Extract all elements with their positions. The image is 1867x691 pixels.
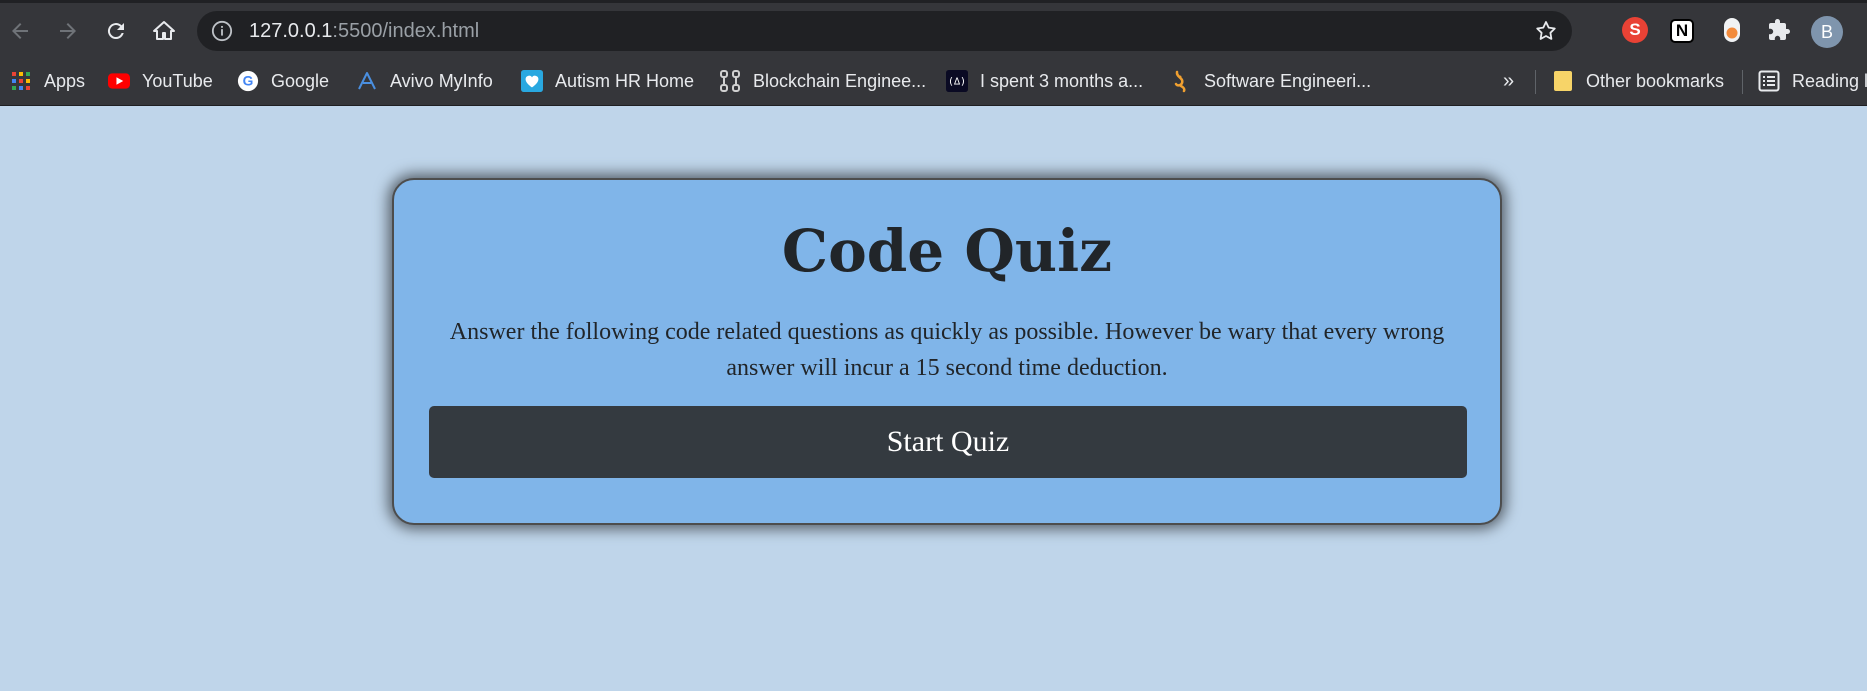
- home-icon: [153, 21, 175, 40]
- reading-list[interactable]: Reading l: [1758, 56, 1867, 106]
- reload-icon: [107, 23, 124, 40]
- url-host: 127.0.0.1: [249, 20, 333, 42]
- back-arrow-icon: [12, 23, 28, 39]
- google-icon: G: [237, 70, 259, 92]
- home-button[interactable]: [148, 15, 180, 47]
- youtube-icon: [108, 70, 130, 92]
- apps-grid-icon: [10, 70, 32, 92]
- forward-button[interactable]: [52, 15, 84, 47]
- heart-icon: [521, 70, 543, 92]
- blockchain-icon: [719, 70, 741, 92]
- bookmark-autism-hr[interactable]: Autism HR Home: [521, 56, 694, 106]
- software-icon: [1170, 70, 1192, 93]
- s-extension-label: S: [1629, 20, 1641, 39]
- profile-initial: B: [1820, 21, 1833, 42]
- bookmarks-divider: [1535, 70, 1536, 94]
- bookmark-software-engineering[interactable]: Software Engineeri...: [1170, 56, 1371, 106]
- bookmark-label: Avivo MyInfo: [390, 70, 493, 91]
- url-text[interactable]: 127.0.0.1:5500/index.html: [249, 20, 479, 42]
- freecodecamp-icon: (∆): [946, 70, 968, 92]
- reading-list-icon: [1758, 70, 1780, 92]
- url-path: :5500/index.html: [332, 20, 480, 42]
- page-title: Code Quiz: [781, 217, 1113, 285]
- svg-text:G: G: [243, 74, 254, 89]
- bookmark-label: Blockchain Enginee...: [753, 70, 927, 91]
- bookmark-label: Software Engineeri...: [1204, 70, 1372, 91]
- toggle-extension-icon[interactable]: [1719, 17, 1745, 43]
- notion-icon[interactable]: N: [1670, 19, 1694, 43]
- bookmarks-divider: [1742, 70, 1743, 94]
- bookmark-label: YouTube: [142, 70, 213, 91]
- bookmark-label: Autism HR Home: [555, 70, 695, 91]
- reading-list-label: Reading l: [1792, 70, 1867, 91]
- bookmark-label: Apps: [44, 70, 86, 91]
- puzzle-icon[interactable]: [1766, 17, 1792, 43]
- other-bookmarks[interactable]: Other bookmarks: [1552, 56, 1724, 106]
- bookmark-apps[interactable]: Apps: [10, 56, 85, 106]
- bookmark-star-icon[interactable]: [1534, 19, 1558, 43]
- profile-avatar[interactable]: B: [1811, 16, 1843, 48]
- bookmarks-overflow-button[interactable]: »: [1503, 56, 1514, 106]
- notion-label: N: [1675, 21, 1689, 40]
- svg-text:(∆): (∆): [948, 77, 966, 88]
- quiz-description: Answer the following code related questi…: [449, 319, 1445, 381]
- bookmark-label: Google: [271, 70, 330, 91]
- s-extension-icon[interactable]: S: [1622, 17, 1648, 43]
- reload-button[interactable]: [100, 15, 132, 47]
- quiz-card: Code Quiz Answer the following code rela…: [392, 178, 1502, 525]
- forward-arrow-icon: [60, 23, 76, 39]
- address-bar[interactable]: 127.0.0.1:5500/index.html: [197, 11, 1572, 51]
- bookmark-blockchain[interactable]: Blockchain Enginee...: [719, 56, 926, 106]
- info-icon[interactable]: [211, 20, 233, 42]
- bookmark-avivo[interactable]: Avivo MyInfo: [356, 56, 493, 106]
- browser-toolbar: 127.0.0.1:5500/index.html S N B: [0, 0, 1867, 56]
- bookmark-label: I spent 3 months a...: [980, 70, 1144, 91]
- bookmark-google[interactable]: G Google: [237, 56, 329, 106]
- other-bookmarks-label: Other bookmarks: [1586, 70, 1725, 91]
- folder-icon: [1552, 70, 1574, 92]
- back-button[interactable]: [4, 15, 36, 47]
- bookmark-freecodecamp[interactable]: (∆) I spent 3 months a...: [946, 56, 1143, 106]
- avivo-icon: [356, 70, 378, 92]
- bookmarks-bar: Apps YouTube G Google Avivo MyInfo Autis…: [0, 56, 1867, 106]
- bookmark-youtube[interactable]: YouTube: [108, 56, 213, 106]
- start-quiz-button[interactable]: Start Quiz: [429, 406, 1467, 478]
